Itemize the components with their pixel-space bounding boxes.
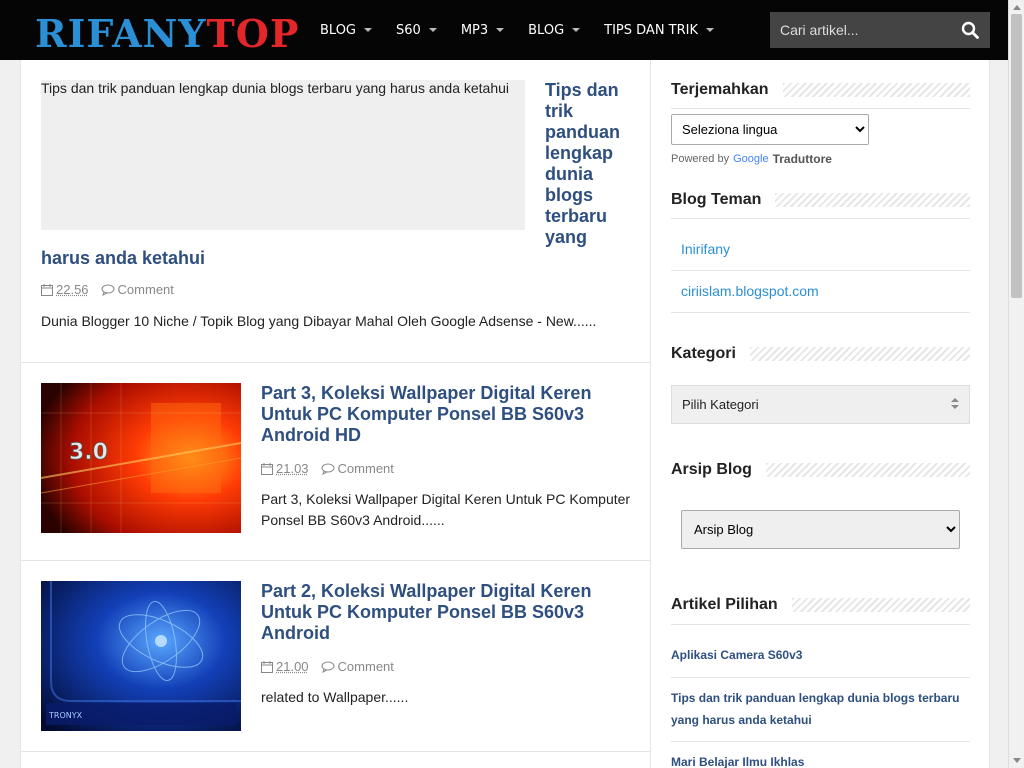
post-title[interactable]: Part 3, Koleksi Wallpaper Digital Keren … <box>261 383 631 446</box>
search-box <box>770 12 990 48</box>
select-arrows-icon <box>951 398 959 409</box>
title-stripe <box>782 83 970 97</box>
post-title[interactable]: Part 2, Koleksi Wallpaper Digital Keren … <box>261 581 631 644</box>
post-meta: 21.03 Comment <box>261 461 394 476</box>
search-input[interactable] <box>770 22 950 38</box>
divider <box>671 741 970 742</box>
title-stripe <box>765 463 970 477</box>
powered-by: Powered by Google Traduttore <box>671 152 832 166</box>
widget-title-friends: Blog Teman <box>671 185 970 215</box>
post-time[interactable]: 21.03 <box>276 461 309 476</box>
post-meta: 21.00 Comment <box>261 659 394 674</box>
site-logo[interactable]: RIFANYTOP <box>35 12 299 56</box>
page-scrollbar[interactable] <box>1008 0 1024 768</box>
language-select[interactable]: Seleziona lingua <box>671 114 869 145</box>
thumb-text: 3.0 <box>69 440 108 465</box>
scroll-down-icon[interactable] <box>1009 754 1024 768</box>
main-nav: BLOG S60 MP3 BLOG TIPS DAN TRIK <box>320 0 738 60</box>
nav-label: MP3 <box>460 22 489 38</box>
site-header: RIFANYTOP BLOG S60 MP3 BLOG TIPS DAN TRI… <box>0 0 1008 60</box>
title-stripe <box>775 193 970 207</box>
calendar-icon <box>261 462 273 475</box>
title-stripe <box>791 598 970 612</box>
post-image-broken[interactable]: Tips dan trik panduan lengkap dunia blog… <box>41 80 525 230</box>
nav-label: S60 <box>396 22 421 38</box>
comment-icon <box>321 463 335 475</box>
post-comment-link[interactable]: Comment <box>338 659 394 674</box>
nav-item-blog-2[interactable]: BLOG <box>528 22 581 38</box>
widget-title-archive: Arsip Blog <box>671 455 970 485</box>
calendar-icon <box>261 660 273 673</box>
divider <box>671 270 970 271</box>
title-stripe <box>749 347 970 361</box>
nav-item-s60[interactable]: S60 <box>396 23 437 38</box>
google-logo: Google <box>733 153 768 165</box>
divider <box>671 312 970 313</box>
divider <box>671 108 970 109</box>
post-excerpt: Part 3, Koleksi Wallpaper Digital Keren … <box>261 491 631 528</box>
chevron-down-icon <box>572 28 581 32</box>
post-item: TRONYX Part 2, Koleksi Wallpaper Digital… <box>21 561 650 752</box>
nav-item-blog[interactable]: BLOG <box>320 22 373 38</box>
post-title-part2[interactable]: harus anda ketahui <box>41 248 205 269</box>
chevron-down-icon <box>706 28 715 32</box>
post-thumbnail[interactable]: 3.0 <box>41 383 241 533</box>
post-time[interactable]: 21.00 <box>276 659 309 674</box>
search-icon <box>961 21 979 39</box>
nav-label: TIPS DAN TRIK <box>604 22 699 38</box>
post-list: Tips dan trik panduan lengkap dunia blog… <box>21 60 651 768</box>
widget-title-translate: Terjemahkan <box>671 75 970 105</box>
post-thumbnail[interactable]: TRONYX <box>41 581 241 731</box>
nav-item-mp3[interactable]: MP3 <box>460 22 505 38</box>
translator-link[interactable]: Traduttore <box>773 152 832 166</box>
widget-title-text: Arsip Blog <box>671 461 766 479</box>
post-title-part1[interactable]: Tips dan trik panduan lengkap dunia blog… <box>545 80 645 248</box>
divider <box>671 218 970 219</box>
calendar-icon <box>41 283 53 296</box>
nav-item-tips[interactable]: TIPS DAN TRIK <box>604 22 715 38</box>
content-container: Tips dan trik panduan lengkap dunia blog… <box>20 60 990 768</box>
chevron-down-icon <box>428 28 437 32</box>
logo-text-top: TOP <box>206 11 300 56</box>
featured-article-link[interactable]: Tips dan trik panduan lengkap dunia blog… <box>671 687 970 731</box>
post-meta: 22.56 Comment <box>41 282 174 297</box>
comment-icon <box>321 661 335 673</box>
comment-icon <box>101 284 115 296</box>
category-select[interactable]: Pilih Kategori <box>671 385 970 424</box>
logo-text-rifany: RIFANY <box>35 11 207 56</box>
archive-select[interactable]: Arsip Blog <box>681 510 960 549</box>
search-button[interactable] <box>950 12 990 48</box>
post-comment-link[interactable]: Comment <box>118 282 174 297</box>
featured-article-link[interactable]: Aplikasi Camera S60v3 <box>671 644 970 666</box>
widget-title-text: Artikel Pilihan <box>671 596 792 614</box>
widget-title-picks: Artikel Pilihan <box>671 590 970 620</box>
nav-label: BLOG <box>320 22 357 38</box>
divider <box>671 624 970 625</box>
post-item: 3.0 Part 3, Koleksi Wallpaper Digital Ke… <box>21 363 650 561</box>
widget-title-text: Kategori <box>671 345 750 363</box>
post-time[interactable]: 22.56 <box>56 282 89 297</box>
chevron-down-icon <box>496 28 505 32</box>
category-select-value: Pilih Kategori <box>682 397 759 412</box>
scroll-up-icon[interactable] <box>1009 0 1024 14</box>
post-excerpt: Dunia Blogger 10 Niche / Topik Blog yang… <box>41 313 597 329</box>
scrollbar-thumb[interactable] <box>1011 14 1022 298</box>
friend-link[interactable]: Inirifany <box>681 241 730 257</box>
widget-title-text: Blog Teman <box>671 191 776 209</box>
powered-by-text: Powered by <box>671 153 730 165</box>
post-excerpt: related to Wallpaper...... <box>261 689 409 705</box>
post-comment-link[interactable]: Comment <box>338 461 394 476</box>
chevron-down-icon <box>364 28 373 32</box>
widget-title-categories: Kategori <box>671 339 970 369</box>
thumb-text: TRONYX <box>48 711 83 720</box>
google-logo-text: Google <box>733 153 769 165</box>
featured-article-link[interactable]: Mari Belajar Ilmu Ikhlas <box>671 751 970 768</box>
nav-label: BLOG <box>528 22 565 38</box>
widget-title-text: Terjemahkan <box>671 81 783 99</box>
divider <box>671 677 970 678</box>
post-item: Tips dan trik panduan lengkap dunia blog… <box>21 60 650 363</box>
friend-link[interactable]: ciriislam.blogspot.com <box>681 283 819 299</box>
